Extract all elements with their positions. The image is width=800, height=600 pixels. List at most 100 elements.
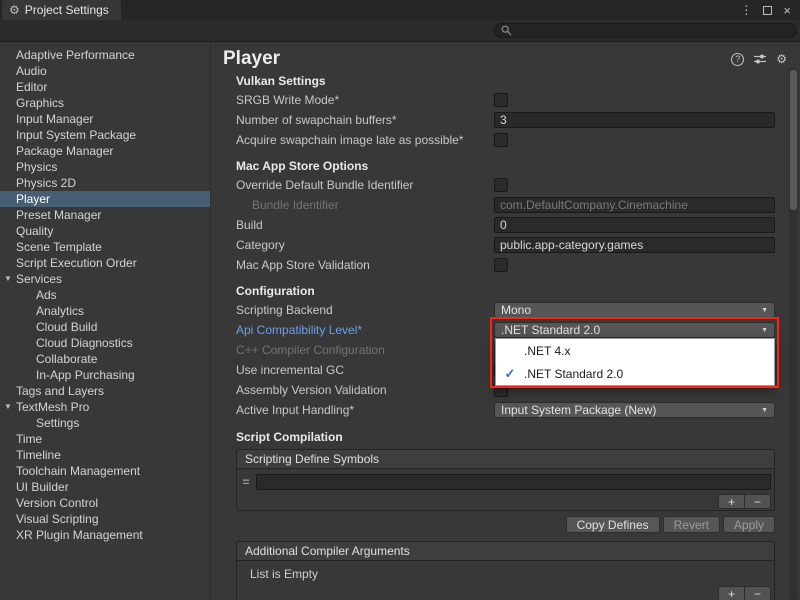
scrollbar-thumb[interactable]: [790, 70, 797, 210]
menu-item-net-4x[interactable]: .NET 4.x: [496, 339, 774, 362]
gear-icon[interactable]: ⚙: [776, 52, 787, 66]
sidebar-item-script-execution-order[interactable]: Script Execution Order: [0, 255, 210, 271]
define-symbol-input[interactable]: [256, 474, 771, 490]
srgb-write-mode-checkbox[interactable]: [494, 93, 508, 107]
field-row-scripting-backend: Scripting Backend Mono ▼: [236, 300, 775, 320]
additional-compiler-arguments-list: Additional Compiler Arguments List is Em…: [236, 541, 775, 600]
override-bundle-id-checkbox[interactable]: [494, 178, 508, 192]
build-input[interactable]: [494, 217, 775, 233]
sidebar-item-ads[interactable]: Ads: [0, 287, 210, 303]
maximize-icon[interactable]: [763, 6, 772, 15]
foldout-arrow-icon[interactable]: ▼: [4, 399, 12, 415]
apply-button[interactable]: Apply: [723, 516, 775, 533]
list-item: =: [240, 472, 771, 492]
foldout-arrow-icon[interactable]: ▼: [4, 271, 12, 287]
dropdown-value: Input System Package (New): [501, 403, 656, 417]
sidebar-item-analytics[interactable]: Analytics: [0, 303, 210, 319]
empty-list-label: List is Empty: [240, 564, 771, 584]
field-label: SRGB Write Mode*: [236, 93, 494, 107]
field-row-bundle-identifier: Bundle Identifier: [236, 195, 775, 215]
page-title: Player: [223, 48, 280, 70]
chevron-down-icon: ▼: [761, 407, 768, 414]
sidebar-item-graphics[interactable]: Graphics: [0, 95, 210, 111]
field-row-category: Category: [236, 235, 775, 255]
kebab-menu-icon[interactable]: ⋮: [740, 3, 752, 17]
sidebar-item-audio[interactable]: Audio: [0, 63, 210, 79]
section-header: Vulkan Settings: [236, 72, 775, 90]
sidebar-item-input-manager[interactable]: Input Manager: [0, 111, 210, 127]
remove-button[interactable]: −: [744, 586, 771, 600]
help-icon[interactable]: ?: [731, 53, 744, 66]
section-script-compilation: Script Compilation Scripting Define Symb…: [236, 428, 775, 600]
tab-project-settings[interactable]: ⚙ Project Settings: [2, 0, 121, 20]
list-header: Scripting Define Symbols: [237, 450, 774, 469]
field-row-swapchain-buffers: Number of swapchain buffers*: [236, 110, 775, 130]
field-label: Build: [236, 218, 494, 232]
sidebar-item-label: TextMesh Pro: [16, 400, 89, 414]
sidebar-item-textmesh-pro[interactable]: ▼ TextMesh Pro: [0, 399, 210, 415]
field-label: Acquire swapchain image late as possible…: [236, 133, 494, 147]
active-input-handling-dropdown[interactable]: Input System Package (New) ▼: [494, 402, 775, 418]
panel-header: Player ? ⚙: [211, 42, 800, 71]
sidebar-item-physics-2d[interactable]: Physics 2D: [0, 175, 210, 191]
menu-item-net-standard-20[interactable]: ✓ .NET Standard 2.0: [496, 362, 774, 385]
sidebar-item-in-app-purchasing[interactable]: In-App Purchasing: [0, 367, 210, 383]
search-box[interactable]: [494, 23, 797, 38]
field-row-mac-validation: Mac App Store Validation: [236, 255, 775, 275]
close-icon[interactable]: ×: [783, 3, 791, 18]
list-footer-tray: + −: [718, 494, 771, 509]
field-label: Assembly Version Validation: [236, 383, 494, 397]
bundle-identifier-input: [494, 197, 775, 213]
sidebar-item-time[interactable]: Time: [0, 431, 210, 447]
settings-sidebar: Adaptive Performance Audio Editor Graphi…: [0, 42, 211, 600]
field-label: Override Default Bundle Identifier: [236, 178, 494, 192]
sidebar-item-cloud-build[interactable]: Cloud Build: [0, 319, 210, 335]
drag-handle[interactable]: =: [240, 475, 252, 489]
category-input[interactable]: [494, 237, 775, 253]
sidebar-item-services[interactable]: ▼ Services: [0, 271, 210, 287]
search-input[interactable]: [516, 25, 790, 37]
sidebar-item-quality[interactable]: Quality: [0, 223, 210, 239]
copy-defines-button[interactable]: Copy Defines: [566, 516, 660, 533]
menu-item-label: .NET Standard 2.0: [524, 367, 623, 381]
sidebar-item-player[interactable]: Player: [0, 191, 210, 207]
sidebar-item-adaptive-performance[interactable]: Adaptive Performance: [0, 47, 210, 63]
section-header: Mac App Store Options: [236, 157, 775, 175]
sidebar-item-visual-scripting[interactable]: Visual Scripting: [0, 511, 210, 527]
sidebar-item-input-system-package[interactable]: Input System Package: [0, 127, 210, 143]
sidebar-item-toolchain-management[interactable]: Toolchain Management: [0, 463, 210, 479]
search-icon: [501, 25, 512, 36]
remove-button[interactable]: −: [744, 494, 771, 509]
revert-button[interactable]: Revert: [663, 516, 720, 533]
check-icon: ✓: [496, 366, 524, 382]
sidebar-item-physics[interactable]: Physics: [0, 159, 210, 175]
preset-icon[interactable]: [753, 53, 767, 65]
swapchain-buffers-input[interactable]: [494, 112, 775, 128]
sidebar-item-timeline[interactable]: Timeline: [0, 447, 210, 463]
sidebar-item-preset-manager[interactable]: Preset Manager: [0, 207, 210, 223]
sidebar-item-version-control[interactable]: Version Control: [0, 495, 210, 511]
add-button[interactable]: +: [718, 494, 745, 509]
acquire-swapchain-checkbox[interactable]: [494, 133, 508, 147]
sidebar-item-package-manager[interactable]: Package Manager: [0, 143, 210, 159]
field-row-srgb-write-mode: SRGB Write Mode*: [236, 90, 775, 110]
scripting-backend-dropdown[interactable]: Mono ▼: [494, 302, 775, 318]
mac-validation-checkbox[interactable]: [494, 258, 508, 272]
sidebar-item-textmesh-settings[interactable]: Settings: [0, 415, 210, 431]
section-header: Script Compilation: [236, 428, 775, 446]
title-bar: ⚙ Project Settings ⋮ ×: [0, 0, 800, 20]
vertical-scrollbar[interactable]: [789, 68, 798, 600]
api-compatibility-dropdown[interactable]: .NET Standard 2.0 ▼: [494, 322, 775, 338]
sidebar-item-collaborate[interactable]: Collaborate: [0, 351, 210, 367]
gear-icon: ⚙: [9, 3, 20, 17]
tab-title: Project Settings: [25, 3, 109, 17]
field-row-active-input-handling: Active Input Handling* Input System Pack…: [236, 400, 775, 420]
sidebar-item-xr-plugin-management[interactable]: XR Plugin Management: [0, 527, 210, 543]
sidebar-item-editor[interactable]: Editor: [0, 79, 210, 95]
sidebar-item-tags-and-layers[interactable]: Tags and Layers: [0, 383, 210, 399]
sidebar-item-ui-builder[interactable]: UI Builder: [0, 479, 210, 495]
add-button[interactable]: +: [718, 586, 745, 600]
sidebar-item-cloud-diagnostics[interactable]: Cloud Diagnostics: [0, 335, 210, 351]
sidebar-item-scene-template[interactable]: Scene Template: [0, 239, 210, 255]
define-symbols-actions: Copy Defines Revert Apply: [236, 516, 775, 533]
